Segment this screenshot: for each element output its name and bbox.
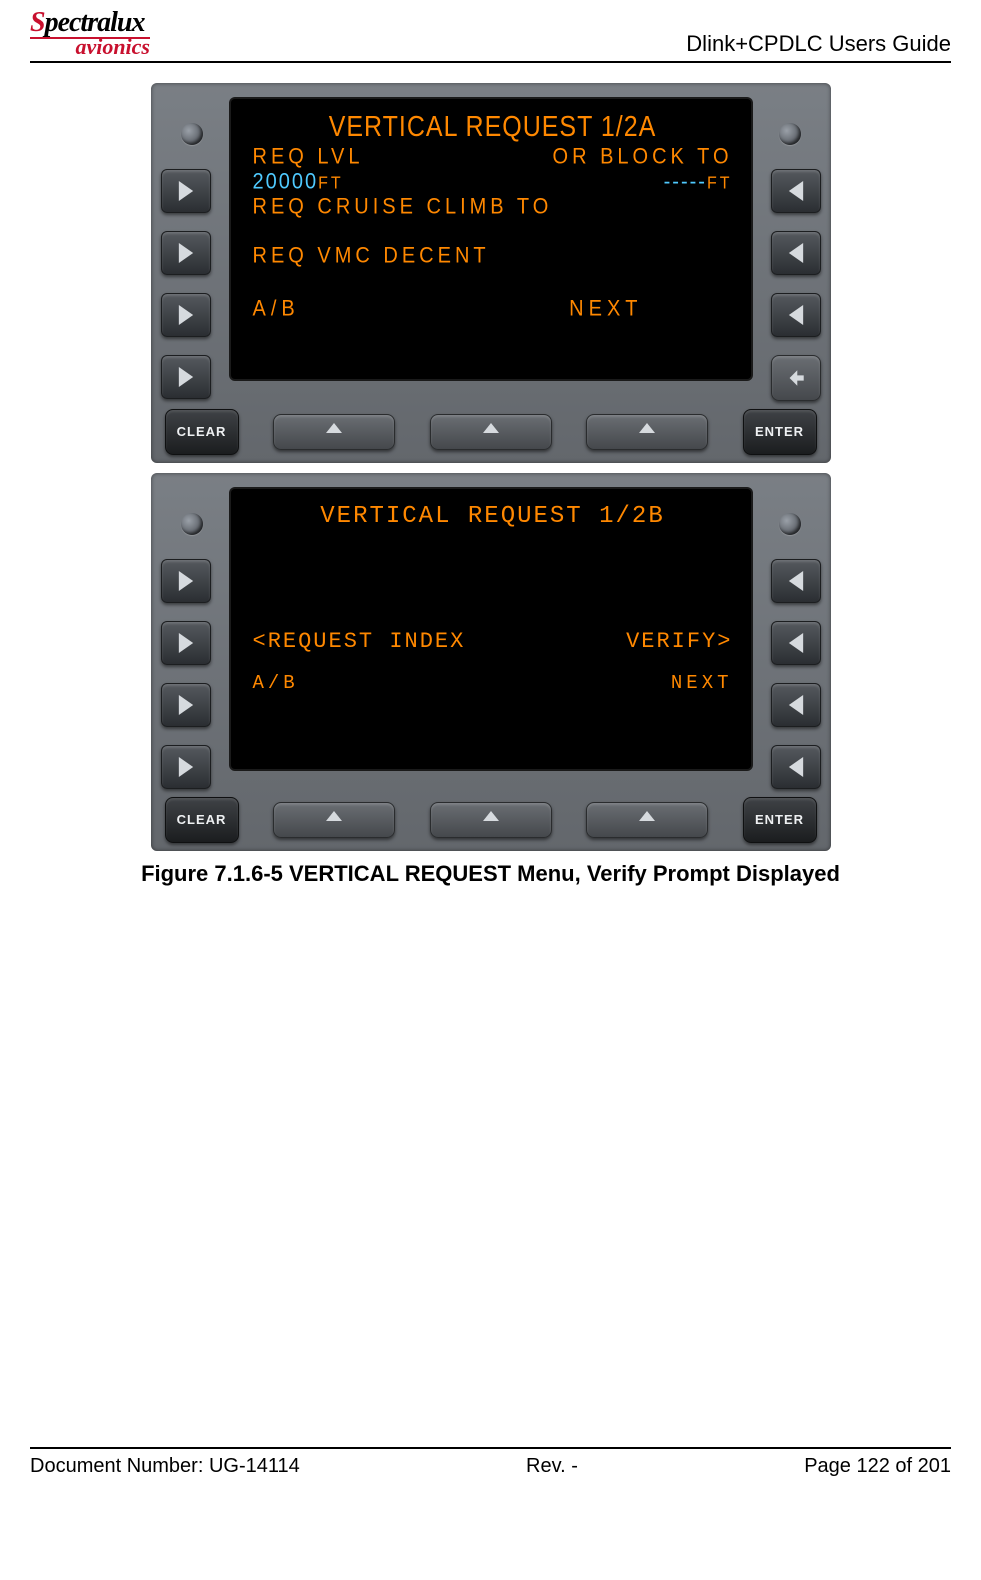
screw-icon [779,513,801,535]
prev-page-button[interactable] [771,355,821,401]
display-screen-1: VERTICAL REQUEST 1/2A REQ LVL OR BLOCK T… [231,99,751,379]
display-screen-2: VERTICAL REQUEST 1/2B <REQUEST INDEX VER… [231,489,751,769]
page-header: Spectralux avionics Dlink+CPDLC Users Gu… [30,10,951,63]
footer-revision: Rev. - [526,1455,578,1478]
rocker-1[interactable] [273,802,395,838]
enter-button[interactable]: ENTER [743,797,817,843]
screw-icon [181,513,203,535]
page-footer: Document Number: UG-14114 Rev. - Page 12… [30,1447,951,1478]
label-req-vmc-decent: REQ VMC DECENT [253,244,490,269]
left-line-select-keys [161,93,223,401]
lsk-l3[interactable] [161,683,211,727]
clear-button[interactable]: CLEAR [165,409,239,455]
label-request-index: <REQUEST INDEX [253,629,466,654]
clear-button[interactable]: CLEAR [165,797,239,843]
left-line-select-keys [161,483,223,789]
rocker-2[interactable] [430,414,552,450]
label-verify: VERIFY> [626,629,732,654]
lsk-l2[interactable] [161,231,211,275]
lsk-r2[interactable] [771,621,821,665]
lsk-l4[interactable] [161,745,211,789]
lsk-r1[interactable] [771,169,821,213]
label-req-lvl: REQ LVL [253,145,364,170]
screen-title: VERTICAL REQUEST 1/2B [253,503,733,530]
footer-page-number: Page 122 of 201 [804,1455,951,1478]
cdu-device-1: VERTICAL REQUEST 1/2A REQ LVL OR BLOCK T… [151,83,831,463]
rocker-3[interactable] [586,802,708,838]
label-next: NEXT [671,672,733,694]
rocker-3[interactable] [586,414,708,450]
lsk-r1[interactable] [771,559,821,603]
enter-button[interactable]: ENTER [743,409,817,455]
logo-text-top: Spectralux [30,10,150,35]
footer-doc-number: Document Number: UG-14114 [30,1455,300,1478]
screw-icon [779,123,801,145]
value-block-alt: -----FT [664,170,733,195]
lsk-r3[interactable] [771,683,821,727]
lsk-l3[interactable] [161,293,211,337]
label-req-cruise-climb: REQ CRUISE CLIMB TO [253,195,553,220]
rocker-1[interactable] [273,414,395,450]
rocker-2[interactable] [430,802,552,838]
document-title: Dlink+CPDLC Users Guide [686,31,951,57]
lsk-l2[interactable] [161,621,211,665]
lsk-r4[interactable] [771,745,821,789]
label-ab: A/B [253,672,299,694]
screw-icon [181,123,203,145]
value-altitude: 20000FT [253,170,344,195]
logo-text-bottom: avionics [30,37,150,57]
right-line-select-keys [759,93,821,401]
lsk-r3[interactable] [771,293,821,337]
logo: Spectralux avionics [30,10,150,57]
lsk-r2[interactable] [771,231,821,275]
lsk-l4[interactable] [161,355,211,399]
lsk-l1[interactable] [161,169,211,213]
label-or-block-to: OR BLOCK TO [553,145,733,170]
lsk-l1[interactable] [161,559,211,603]
cdu-device-2: VERTICAL REQUEST 1/2B <REQUEST INDEX VER… [151,473,831,851]
right-line-select-keys [759,483,821,789]
label-ab: A/B [253,297,300,322]
screen-title: VERTICAL REQUEST 1/2A [253,111,733,144]
figure-caption: Figure 7.1.6-5 VERTICAL REQUEST Menu, Ve… [30,861,951,887]
label-next: NEXT [569,297,642,322]
